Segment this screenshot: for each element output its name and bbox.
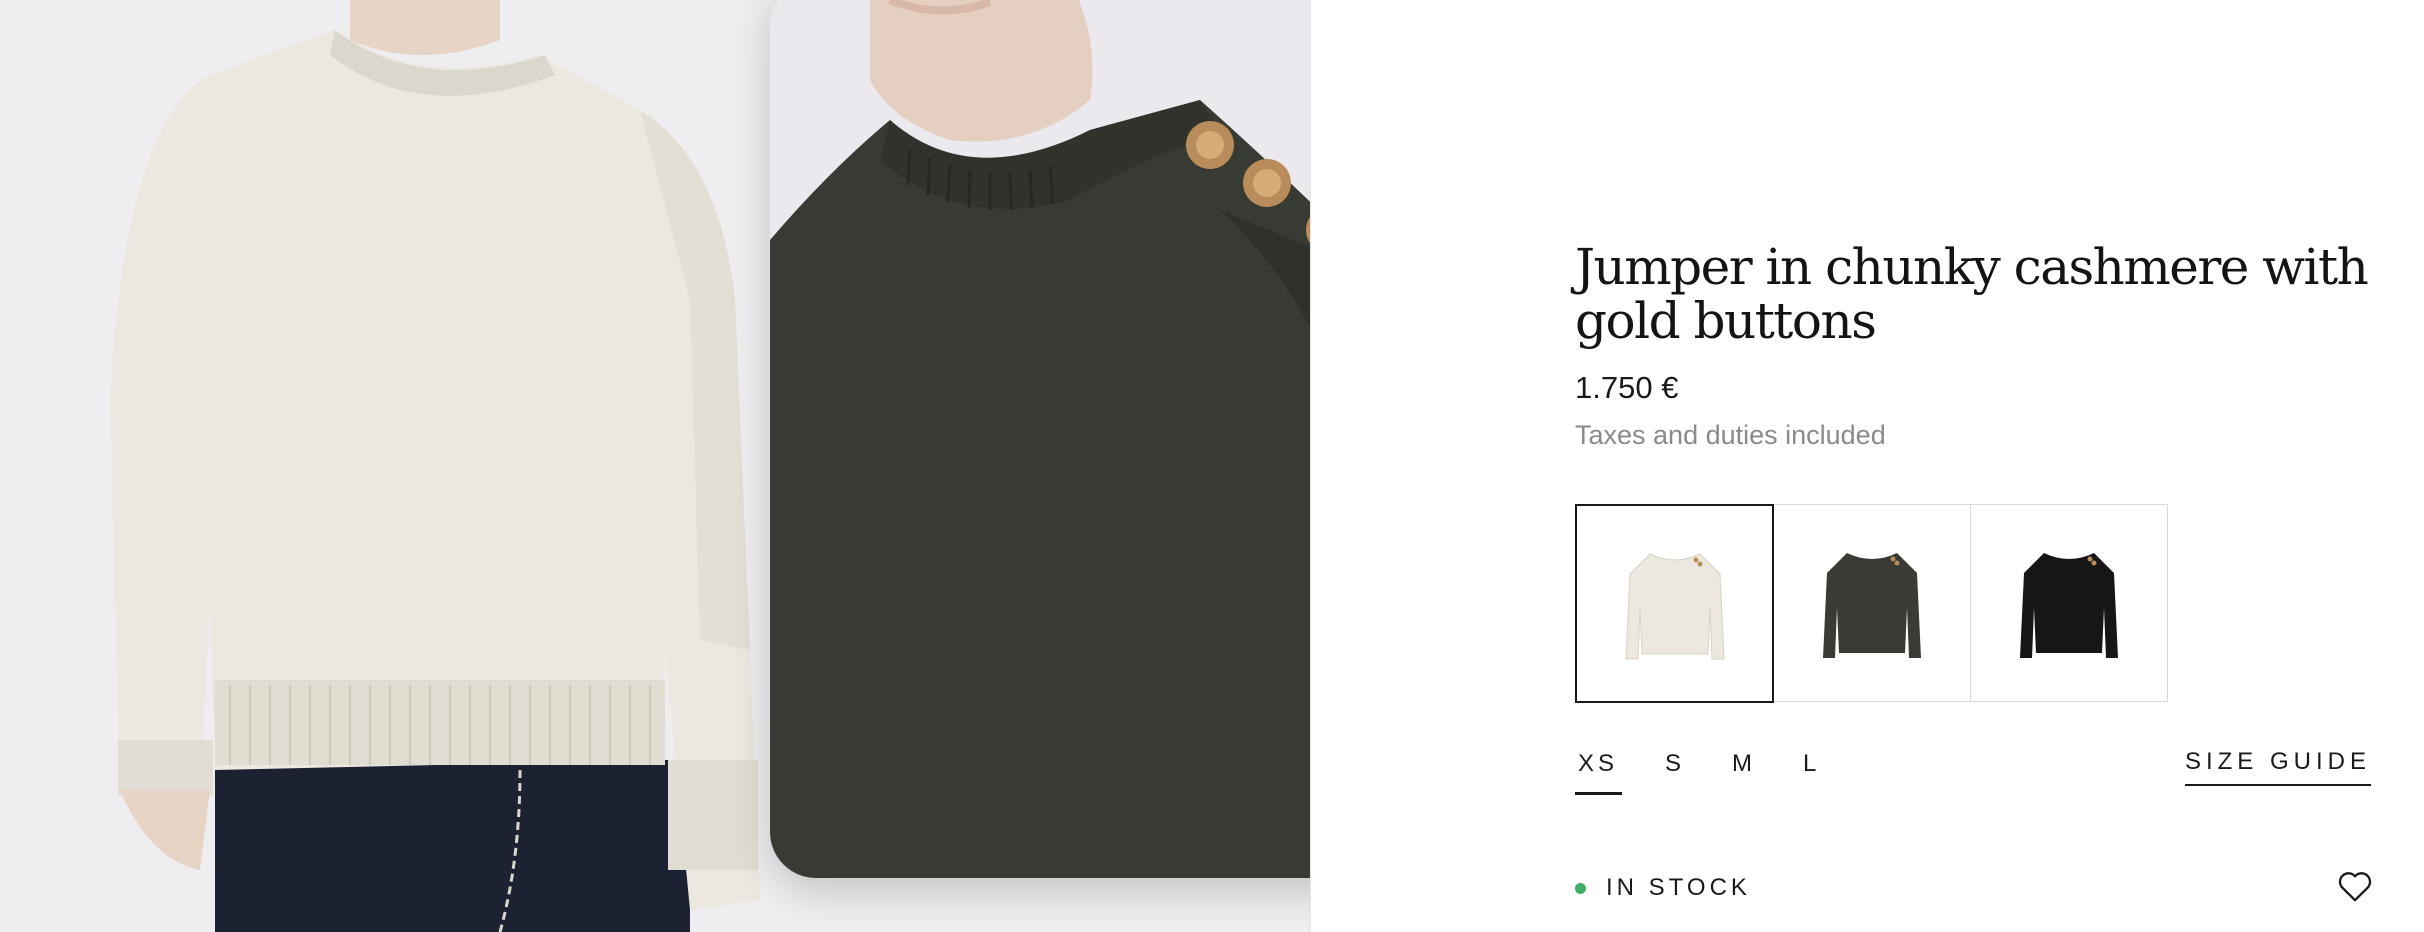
- color-swatches: [1575, 504, 2168, 703]
- product-details: Jumper in chunky cashmere with gold butt…: [1575, 0, 2375, 932]
- product-title: Jumper in chunky cashmere with gold butt…: [1575, 238, 2369, 350]
- size-selector: XS S M L: [1575, 748, 1864, 795]
- tax-note: Taxes and duties included: [1575, 420, 1886, 450]
- green-sweater-thumbnail: [1823, 553, 1921, 658]
- heart-icon: [2338, 872, 2372, 902]
- size-option-s[interactable]: S: [1662, 748, 1689, 795]
- stock-indicator-dot: [1575, 882, 1586, 894]
- size-guide-link[interactable]: SIZE GUIDE: [2184, 748, 2371, 786]
- cream-model-image[interactable]: [0, 0, 780, 932]
- size-option-xs[interactable]: XS: [1575, 748, 1623, 795]
- product-price: 1.750 €: [1575, 370, 1679, 405]
- stock-status: IN STOCK: [1575, 874, 1751, 902]
- green-zoom-image[interactable]: [770, 0, 1310, 878]
- size-option-m[interactable]: M: [1729, 748, 1760, 795]
- swatch-cream[interactable]: [1575, 504, 1774, 703]
- size-option-l[interactable]: L: [1800, 748, 1824, 795]
- stock-label: IN STOCK: [1606, 874, 1751, 901]
- product-gallery: [0, 0, 1310, 932]
- wishlist-button[interactable]: [2335, 866, 2375, 906]
- cream-sweater-thumbnail: [1624, 552, 1725, 659]
- gallery-divider: [1310, 0, 1311, 932]
- black-sweater-thumbnail: [2020, 553, 2118, 658]
- swatch-green[interactable]: [1773, 504, 1971, 702]
- swatch-black[interactable]: [1970, 504, 2168, 702]
